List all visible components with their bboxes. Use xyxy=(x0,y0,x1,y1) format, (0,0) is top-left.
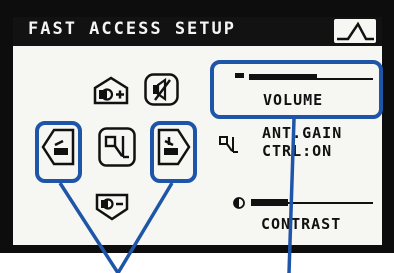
callout-pointer-lines xyxy=(58,118,296,273)
